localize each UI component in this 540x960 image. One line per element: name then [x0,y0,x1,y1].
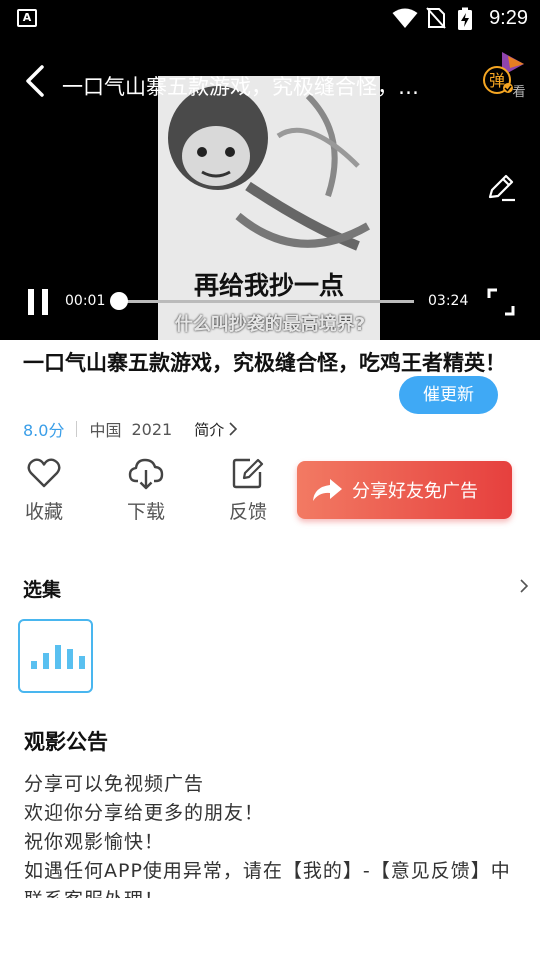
notice-line: 分享可以免视频广告 [24,773,205,795]
chevron-right-icon[interactable] [519,578,529,594]
meta-divider [76,421,78,437]
notice-line: 如遇任何APP使用异常，请在【我的】-【意见反馈】中联系客服处理！ [24,860,511,898]
heart-icon [27,458,61,488]
video-caption-sub: 什么叫抄袭的最高境界? [174,314,366,335]
back-icon[interactable] [22,64,50,98]
duration: 03:24 [428,293,469,309]
edit-icon[interactable] [484,172,516,204]
download-label: 下载 [126,501,165,523]
favorite-button[interactable]: 收藏 [14,455,74,524]
status-bar: A 9:29 [0,0,540,38]
favorite-label: 收藏 [24,501,63,523]
battery-charging-icon [458,7,472,30]
share-button-label: 分享好友免广告 [352,481,478,502]
share-free-ads-button[interactable]: 分享好友免广告 [297,461,512,519]
equalizer-icon [31,645,85,669]
feedback-edit-icon [232,458,264,489]
no-sim-icon [426,7,446,29]
fullscreen-icon[interactable] [486,287,516,317]
feedback-label: 反馈 [228,501,267,523]
score: 8.0分 [23,421,65,440]
intro-link[interactable]: 简介 [194,419,224,440]
chevron-right-icon[interactable] [228,422,238,436]
year: 2021 [131,419,173,439]
pause-icon[interactable] [25,287,51,317]
player-title: 一口气山寨五款游戏，究极缝合怪，吃鸡王者精英！ [62,75,437,99]
video-meta: 8.0分 中国 2021 简介 [23,417,238,441]
episodes-title: 选集 [23,579,62,601]
cloud-download-icon [128,458,164,490]
video-caption-main: 再给我抄一点 [193,271,344,300]
notice-line: 祝你观影愉快！ [24,831,165,853]
video-player[interactable]: 再给我抄一点 什么叫抄袭的最高境界? 一口气山寨五款游戏，究极缝合怪，吃鸡王者精… [0,38,540,340]
notification-icon: A [17,9,37,27]
episode-item[interactable] [18,619,93,693]
urge-update-button[interactable]: 催更新 [399,376,498,414]
current-time: 00:01 [65,293,106,309]
share-arrow-icon [313,479,342,501]
progress-track[interactable] [119,300,414,303]
notice-title: 观影公告 [24,730,108,754]
danmu-icon[interactable]: 弹 看 [480,50,528,98]
progress-thumb[interactable] [110,292,128,310]
notice-body: 分享可以免视频广告 欢迎你分享给更多的朋友！ 祝你观影愉快！ 如遇任何APP使用… [24,770,524,898]
video-title: 一口气山寨五款游戏，究极缝合怪，吃鸡王者精英！ [23,351,506,375]
danmu-sub-label: 看 [512,84,525,98]
clock: 9:29 [489,7,528,29]
notice-line: 欢迎你分享给更多的朋友！ [24,802,265,824]
wifi-icon [392,8,418,28]
download-button[interactable]: 下载 [116,455,176,524]
feedback-button[interactable]: 反馈 [218,455,278,524]
danmu-label: 弹 [489,71,505,90]
region: 中国 [89,421,122,440]
